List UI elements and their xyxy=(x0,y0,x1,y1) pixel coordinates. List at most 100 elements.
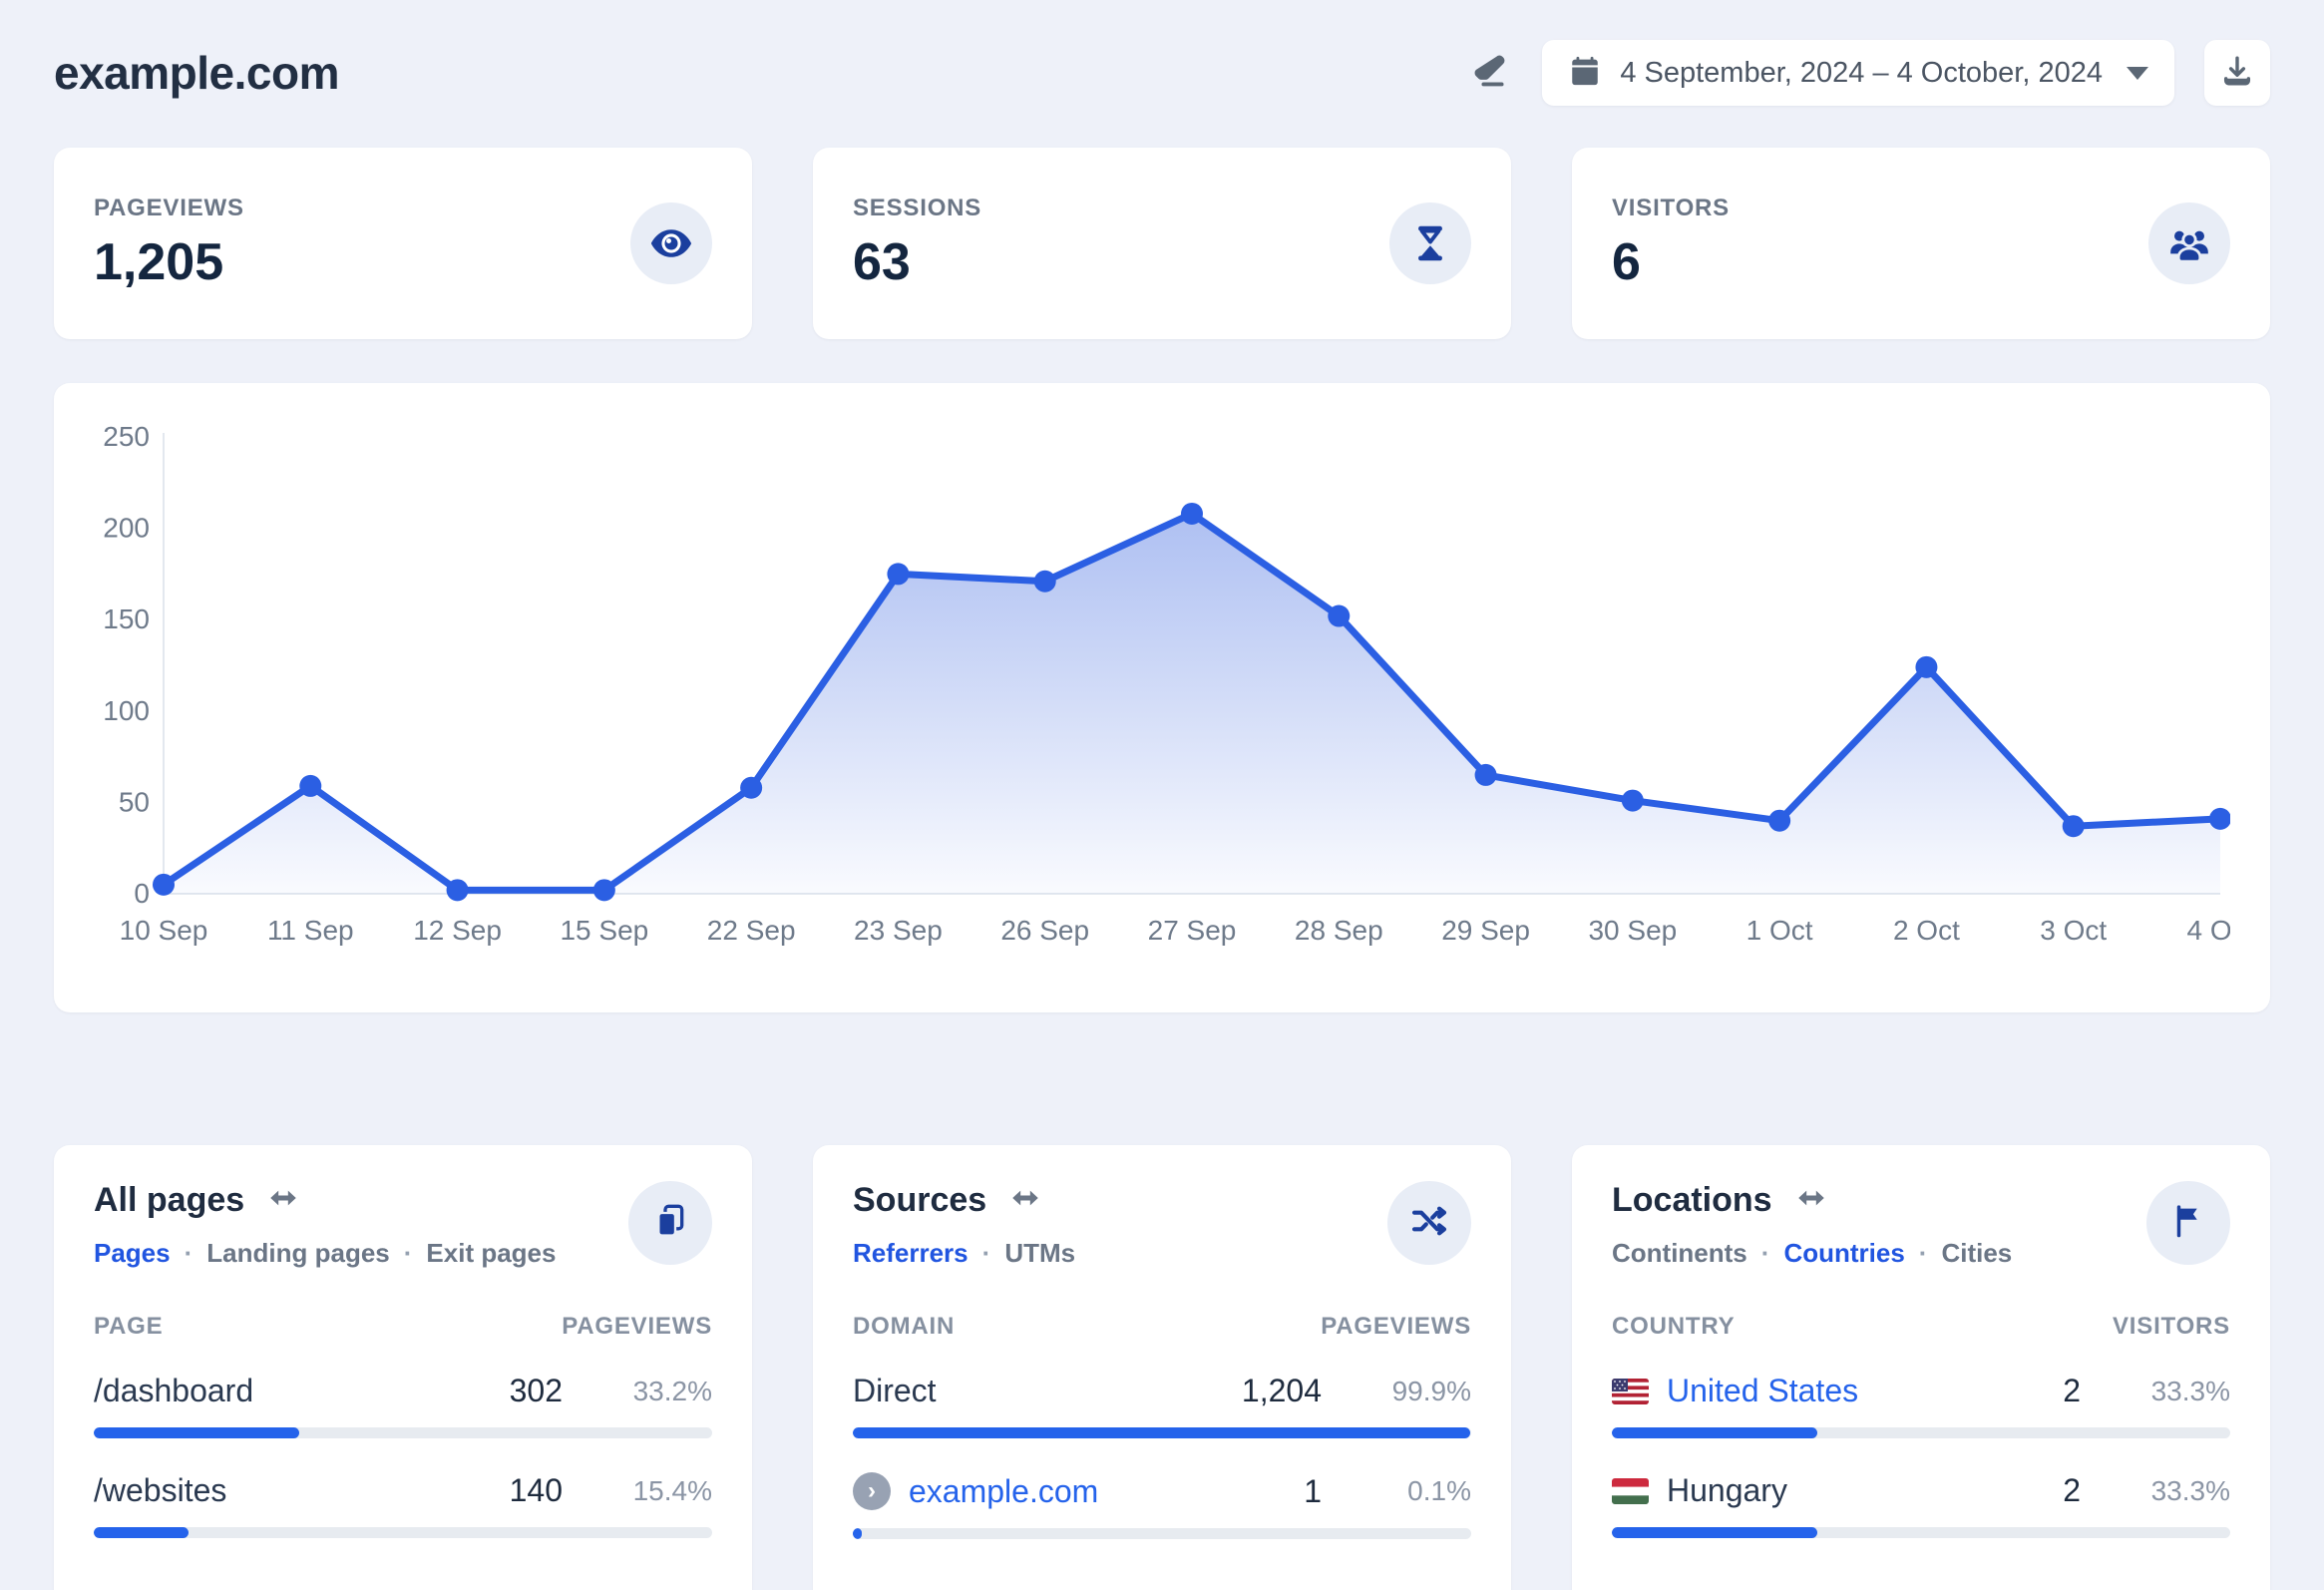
sources-detail-button[interactable] xyxy=(1387,1181,1471,1265)
stat-label: PAGEVIEWS xyxy=(94,195,244,221)
breakdown-row: All pages Pages Landing pages Exit pages… xyxy=(54,1145,2270,1590)
svg-text:27 Sep: 27 Sep xyxy=(1148,915,1237,946)
tab-exit-pages[interactable]: Exit pages xyxy=(390,1238,556,1269)
svg-text:3 Oct: 3 Oct xyxy=(2040,915,2107,946)
swap-horizontal-icon[interactable] xyxy=(1008,1181,1042,1220)
source-name[interactable]: example.com xyxy=(909,1473,1098,1510)
page-title: example.com xyxy=(54,47,339,99)
tab-continents[interactable]: Continents xyxy=(1612,1238,1747,1269)
table-row[interactable]: /websites 140 15.4% xyxy=(94,1472,712,1538)
chevron-right-icon[interactable]: › xyxy=(853,1472,891,1510)
svg-text:28 Sep: 28 Sep xyxy=(1295,915,1383,946)
progress-bar xyxy=(94,1527,712,1538)
column-header: PAGEVIEWS xyxy=(1321,1313,1471,1340)
copy-pages-icon xyxy=(650,1201,690,1246)
row-value: 302 xyxy=(509,1373,563,1408)
svg-text:1 Oct: 1 Oct xyxy=(1746,915,1813,946)
stat-value: 6 xyxy=(1612,233,1641,291)
row-value: 1,204 xyxy=(1241,1373,1322,1408)
svg-text:4 Oct: 4 Oct xyxy=(2187,915,2230,946)
table-row[interactable]: /dashboard 302 33.2% xyxy=(94,1373,712,1438)
tab-referrers[interactable]: Referrers xyxy=(853,1238,968,1269)
calendar-icon xyxy=(1568,54,1602,93)
topbar: example.com 4 September, 2024 – 4 Octobe… xyxy=(54,34,2270,112)
swap-horizontal-icon[interactable] xyxy=(1794,1181,1828,1220)
stat-value: 1,205 xyxy=(94,233,224,291)
table-row[interactable]: › example.com 1 0.1% xyxy=(853,1472,1471,1539)
clear-filters-button[interactable] xyxy=(1466,50,1512,96)
card-title: Locations xyxy=(1612,1181,1772,1219)
flag-icon xyxy=(2169,1202,2207,1245)
column-header: DOMAIN xyxy=(853,1313,956,1340)
progress-bar xyxy=(1612,1527,2230,1538)
locations-detail-button[interactable] xyxy=(2146,1181,2230,1265)
download-icon xyxy=(2220,54,2254,93)
tab-countries[interactable]: Countries xyxy=(1747,1238,1904,1269)
svg-text:11 Sep: 11 Sep xyxy=(267,915,354,946)
svg-text:15 Sep: 15 Sep xyxy=(560,915,648,946)
svg-text:10 Sep: 10 Sep xyxy=(120,915,208,946)
locations-card: Locations Continents Countries Cities CO… xyxy=(1572,1145,2270,1590)
eye-icon xyxy=(630,202,712,284)
tab-utms[interactable]: UTMs xyxy=(968,1238,1075,1269)
country-link: Hungary xyxy=(1612,1472,1931,1509)
pages-tabs: Pages Landing pages Exit pages xyxy=(94,1238,556,1269)
country-link: United States xyxy=(1612,1373,1931,1409)
tab-landing-pages[interactable]: Landing pages xyxy=(171,1238,389,1269)
svg-text:12 Sep: 12 Sep xyxy=(413,915,502,946)
table-row[interactable]: Hungary 2 33.3% xyxy=(1612,1472,2230,1538)
source-name: Direct xyxy=(853,1373,937,1408)
tab-cities[interactable]: Cities xyxy=(1905,1238,2012,1269)
svg-text:23 Sep: 23 Sep xyxy=(854,915,943,946)
row-percent: 15.4% xyxy=(632,1474,712,1506)
row-value: 1 xyxy=(1304,1472,1322,1509)
column-header: VISITORS xyxy=(2113,1313,2230,1340)
pageviews-area-chart[interactable]: 0 50 100 150 200 250 10 Sep 11 Sep 12 Sep 15 Sep 2… xyxy=(94,419,2230,984)
progress-bar xyxy=(853,1427,1471,1438)
row-percent: 33.3% xyxy=(2150,1375,2230,1406)
locations-tabs: Continents Countries Cities xyxy=(1612,1238,2012,1269)
row-value: 2 xyxy=(2063,1472,2081,1508)
svg-text:250: 250 xyxy=(103,421,150,452)
pages-detail-button[interactable] xyxy=(628,1181,712,1265)
page-name: /dashboard xyxy=(94,1373,254,1408)
row-percent: 33.2% xyxy=(632,1375,712,1406)
download-button[interactable] xyxy=(2204,40,2270,106)
swap-horizontal-icon[interactable] xyxy=(266,1181,300,1220)
date-range-picker[interactable]: 4 September, 2024 – 4 October, 2024 xyxy=(1542,40,2174,106)
shuffle-icon xyxy=(1409,1201,1449,1246)
progress-bar xyxy=(94,1427,712,1438)
row-percent: 99.9% xyxy=(1391,1375,1471,1406)
all-pages-card: All pages Pages Landing pages Exit pages… xyxy=(54,1145,752,1590)
table-row[interactable]: United States 2 33.3% xyxy=(1612,1373,2230,1438)
svg-text:26 Sep: 26 Sep xyxy=(1000,915,1089,946)
row-percent: 33.3% xyxy=(2150,1474,2230,1506)
stat-label: SESSIONS xyxy=(853,195,982,221)
svg-text:2 Oct: 2 Oct xyxy=(1893,915,1960,946)
sources-card: Sources Referrers UTMs DOMAIN PAGEVIEWS xyxy=(813,1145,1511,1590)
country-name[interactable]: United States xyxy=(1667,1373,1858,1409)
svg-text:22 Sep: 22 Sep xyxy=(707,915,796,946)
stat-card-visitors: VISITORS 6 xyxy=(1572,148,2270,339)
page-name: /websites xyxy=(94,1472,227,1508)
table-row[interactable]: Direct 1,204 99.9% xyxy=(853,1373,1471,1438)
svg-text:200: 200 xyxy=(103,513,150,544)
date-range-label: 4 September, 2024 – 4 October, 2024 xyxy=(1620,56,2103,89)
row-value: 2 xyxy=(2063,1373,2081,1408)
chevron-down-icon xyxy=(2127,66,2148,80)
us-flag-icon xyxy=(1612,1378,1649,1404)
progress-bar xyxy=(853,1528,1471,1539)
progress-bar xyxy=(1612,1427,2230,1438)
country-name[interactable]: Hungary xyxy=(1667,1472,1787,1509)
tab-pages[interactable]: Pages xyxy=(94,1238,171,1269)
column-header: PAGEVIEWS xyxy=(562,1313,712,1340)
stat-card-pageviews: PAGEVIEWS 1,205 xyxy=(54,148,752,339)
svg-text:30 Sep: 30 Sep xyxy=(1588,915,1677,946)
svg-text:29 Sep: 29 Sep xyxy=(1441,915,1530,946)
column-header: PAGE xyxy=(94,1313,164,1340)
stat-value: 63 xyxy=(853,233,911,291)
svg-text:150: 150 xyxy=(103,603,150,634)
row-value: 140 xyxy=(509,1472,563,1508)
card-title: Sources xyxy=(853,1181,987,1219)
svg-text:100: 100 xyxy=(103,695,150,726)
